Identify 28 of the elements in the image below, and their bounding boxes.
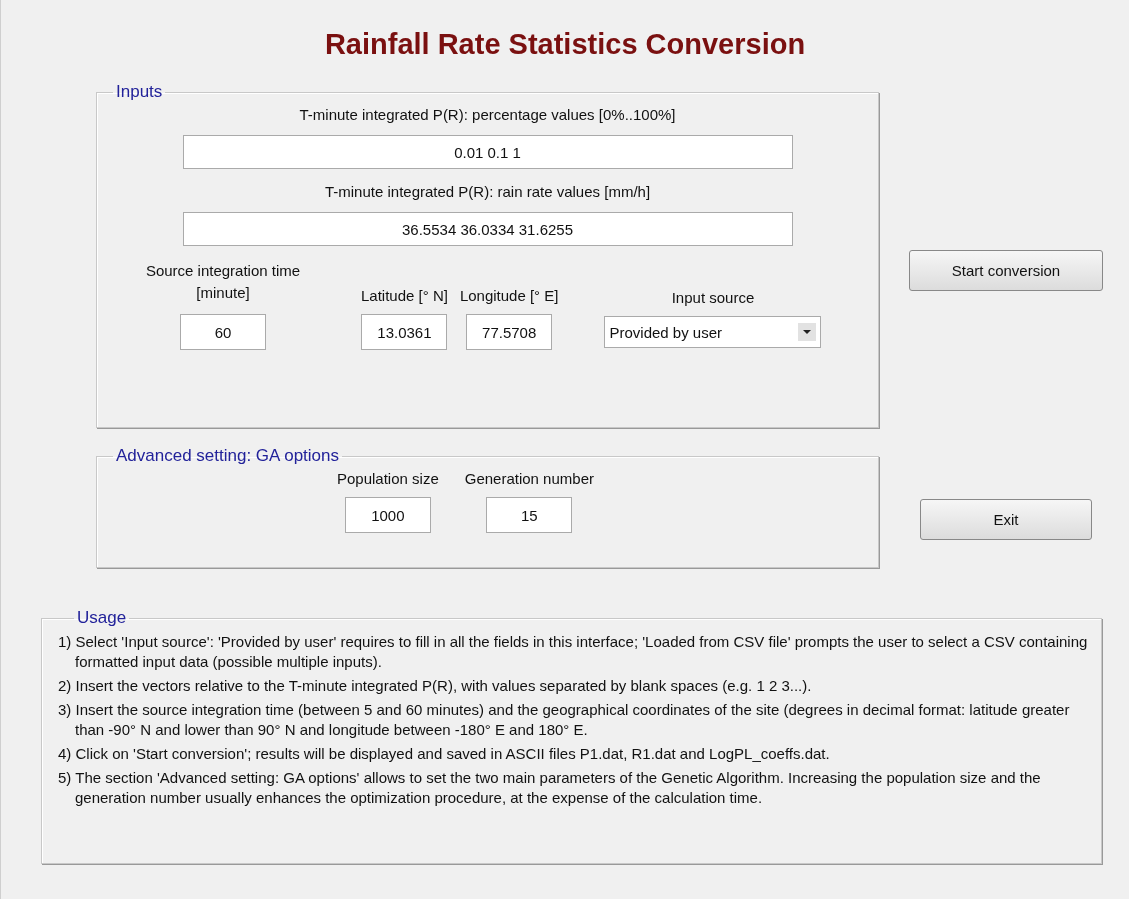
- panel-legend: Advanced setting: GA options: [113, 446, 343, 466]
- start-conversion-button[interactable]: Start conversion: [909, 250, 1103, 291]
- field-label: Population size: [337, 470, 439, 487]
- window-title: Rainfall Rate Statistics Conversion: [323, 28, 807, 62]
- field-label: Latitude [° N]: [361, 287, 448, 304]
- input-field[interactable]: 36.5534 36.0334 31.6255: [182, 212, 793, 246]
- input-field[interactable]: 15: [486, 497, 573, 533]
- input-field[interactable]: 77.5708: [466, 314, 553, 350]
- dropdown[interactable]: Provided by user: [604, 316, 822, 348]
- field-label: Longitude [° E]: [459, 287, 559, 304]
- input-field[interactable]: 1000: [344, 497, 431, 533]
- panel-legend: Inputs: [113, 82, 166, 102]
- usage-item: 4) Click on 'Start conversion'; results will be displayed and saved in ASCII files P1.dat, R1.dat and LogPL_coeffs.dat.: [58, 744, 831, 764]
- exit-button[interactable]: Exit: [920, 499, 1092, 540]
- input-field[interactable]: 60: [180, 314, 266, 350]
- caret-icon: [798, 323, 817, 341]
- panel-legend: Usage: [74, 608, 130, 628]
- field-label: Source integration time [minute]: [144, 261, 302, 303]
- field-label: Input source: [671, 289, 755, 306]
- field-label: T-minute integrated P(R): rain rate values [mm/h]: [323, 183, 652, 200]
- input-field[interactable]: 0.01 0.1 1: [182, 135, 793, 169]
- usage-item: 3) Insert the source integration time (between 5 and 60 minutes) and the geographical coordinates of the site (degrees in decimal format: latitude greater than -90° N and lower than 90° N and longitude between -180° E and 180° E.: [58, 700, 1071, 740]
- usage-item: 1) Select 'Input source': 'Provided by user' requires to fill in all the fields in this interface; 'Loaded from CSV file' prompts the user to select a CSV containing formatted input data (possible multiple inputs).: [58, 632, 1089, 672]
- usage-item: 5) The section 'Advanced setting: GA options' allows to set the two main parameters of the Genetic Algorithm. Increasing the population size and the generation number usually enhances the optimization procedure, at the expense of the calculation time.: [58, 768, 1042, 808]
- input-field[interactable]: 13.0361: [361, 314, 448, 350]
- field-label: Generation number: [464, 470, 594, 487]
- usage-item: 2) Insert the vectors relative to the T-minute integrated P(R), with values separated by blank spaces (e.g. 1 2 3...).: [58, 676, 813, 696]
- field-label: T-minute integrated P(R): percentage values [0%..100%]: [298, 106, 677, 123]
